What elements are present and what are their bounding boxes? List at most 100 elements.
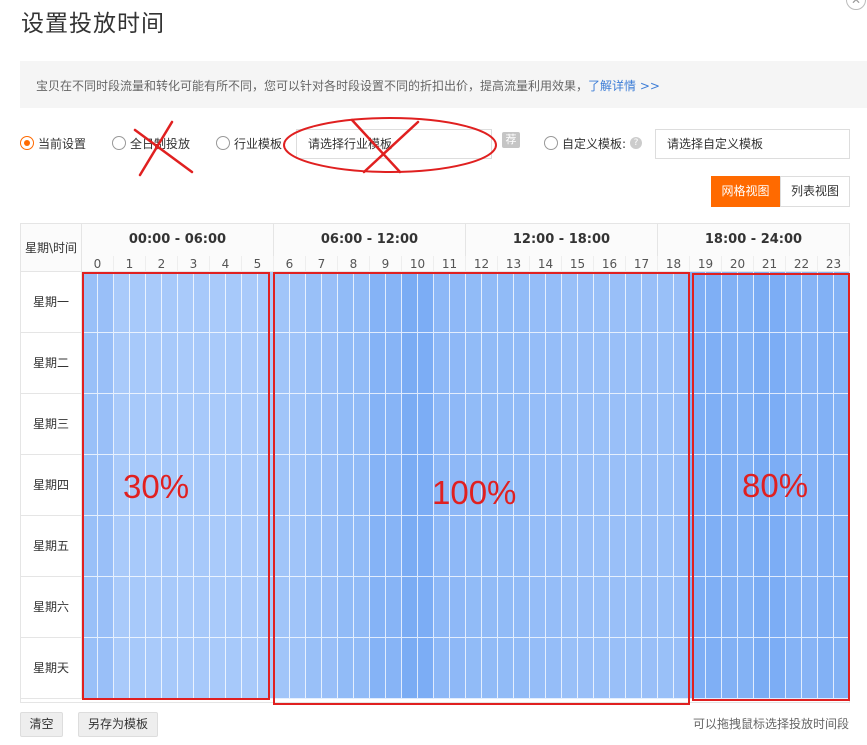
time-slot-cell[interactable] xyxy=(450,272,466,333)
time-slot-cell[interactable] xyxy=(386,516,402,577)
time-slot-cell[interactable] xyxy=(146,333,162,394)
time-slot-cell[interactable] xyxy=(130,333,146,394)
time-slot-cell[interactable] xyxy=(146,394,162,455)
time-slot-cell[interactable] xyxy=(546,272,562,333)
time-slot-cell[interactable] xyxy=(834,516,850,577)
time-slot-cell[interactable] xyxy=(226,455,242,516)
time-slot-cell[interactable] xyxy=(82,577,98,638)
time-slot-cell[interactable] xyxy=(562,577,578,638)
time-slot-cell[interactable] xyxy=(530,455,546,516)
save-as-template-button[interactable]: 另存为模板 xyxy=(78,712,158,737)
time-slot-cell[interactable] xyxy=(82,333,98,394)
time-slot-cell[interactable] xyxy=(738,272,754,333)
time-slot-cell[interactable] xyxy=(706,394,722,455)
time-slot-cell[interactable] xyxy=(514,577,530,638)
time-slot-cell[interactable] xyxy=(546,455,562,516)
time-slot-cell[interactable] xyxy=(162,516,178,577)
time-slot-cell[interactable] xyxy=(530,577,546,638)
time-slot-cell[interactable] xyxy=(258,394,274,455)
time-slot-cell[interactable] xyxy=(82,394,98,455)
time-slot-cell[interactable] xyxy=(338,638,354,699)
time-slot-cell[interactable] xyxy=(402,577,418,638)
time-slot-cell[interactable] xyxy=(98,516,114,577)
time-slot-cell[interactable] xyxy=(114,272,130,333)
clear-button[interactable]: 清空 xyxy=(20,712,63,737)
time-slot-cell[interactable] xyxy=(146,455,162,516)
time-slot-cell[interactable] xyxy=(722,394,738,455)
time-slot-cell[interactable] xyxy=(722,455,738,516)
time-slot-cell[interactable] xyxy=(658,516,674,577)
time-slot-cell[interactable] xyxy=(530,516,546,577)
time-slot-cell[interactable] xyxy=(418,638,434,699)
time-slot-cell[interactable] xyxy=(466,577,482,638)
time-slot-cell[interactable] xyxy=(450,577,466,638)
time-slot-cell[interactable] xyxy=(690,394,706,455)
time-slot-cell[interactable] xyxy=(674,272,690,333)
hour-header[interactable]: 11 xyxy=(434,256,466,272)
time-slot-cell[interactable] xyxy=(114,516,130,577)
time-slot-cell[interactable] xyxy=(706,516,722,577)
time-slot-cell[interactable] xyxy=(418,455,434,516)
industry-template-select[interactable]: 请选择行业模板 xyxy=(296,129,492,159)
time-slot-cell[interactable] xyxy=(194,638,210,699)
time-slot-cell[interactable] xyxy=(578,638,594,699)
time-slot-cell[interactable] xyxy=(130,638,146,699)
time-slot-cell[interactable] xyxy=(674,577,690,638)
time-slot-cell[interactable] xyxy=(242,272,258,333)
time-slot-cell[interactable] xyxy=(258,516,274,577)
close-icon[interactable]: ✕ xyxy=(846,0,866,10)
time-slot-cell[interactable] xyxy=(226,333,242,394)
time-slot-cell[interactable] xyxy=(674,333,690,394)
time-slot-cell[interactable] xyxy=(610,272,626,333)
time-slot-cell[interactable] xyxy=(178,272,194,333)
time-slot-cell[interactable] xyxy=(498,272,514,333)
time-slot-cell[interactable] xyxy=(818,272,834,333)
time-slot-cell[interactable] xyxy=(786,272,802,333)
time-slot-cell[interactable] xyxy=(210,577,226,638)
time-slot-cell[interactable] xyxy=(210,516,226,577)
time-slot-cell[interactable] xyxy=(386,638,402,699)
day-row-label[interactable]: 星期四 xyxy=(21,455,82,516)
time-slot-cell[interactable] xyxy=(610,516,626,577)
hour-header[interactable]: 3 xyxy=(178,256,210,272)
time-slot-cell[interactable] xyxy=(642,516,658,577)
time-slot-cell[interactable] xyxy=(722,516,738,577)
time-slot-cell[interactable] xyxy=(738,333,754,394)
time-slot-cell[interactable] xyxy=(338,272,354,333)
time-slot-cell[interactable] xyxy=(354,516,370,577)
time-slot-cell[interactable] xyxy=(290,333,306,394)
time-slot-cell[interactable] xyxy=(658,272,674,333)
time-slot-cell[interactable] xyxy=(322,638,338,699)
time-slot-cell[interactable] xyxy=(178,455,194,516)
time-slot-cell[interactable] xyxy=(562,394,578,455)
time-slot-cell[interactable] xyxy=(578,333,594,394)
time-slot-cell[interactable] xyxy=(466,455,482,516)
time-slot-cell[interactable] xyxy=(162,638,178,699)
hour-header[interactable]: 0 xyxy=(82,256,114,272)
time-slot-cell[interactable] xyxy=(738,455,754,516)
time-slot-cell[interactable] xyxy=(434,333,450,394)
hour-header[interactable]: 5 xyxy=(242,256,274,272)
time-slot-cell[interactable] xyxy=(610,638,626,699)
time-slot-cell[interactable] xyxy=(674,638,690,699)
time-slot-cell[interactable] xyxy=(482,638,498,699)
time-slot-cell[interactable] xyxy=(274,455,290,516)
time-slot-cell[interactable] xyxy=(450,333,466,394)
time-slot-cell[interactable] xyxy=(290,638,306,699)
time-slot-cell[interactable] xyxy=(706,577,722,638)
time-slot-cell[interactable] xyxy=(258,333,274,394)
time-slot-cell[interactable] xyxy=(114,638,130,699)
hour-header[interactable]: 21 xyxy=(754,256,786,272)
time-slot-cell[interactable] xyxy=(338,577,354,638)
time-slot-cell[interactable] xyxy=(162,455,178,516)
time-slot-cell[interactable] xyxy=(98,455,114,516)
time-slot-cell[interactable] xyxy=(818,394,834,455)
time-slot-cell[interactable] xyxy=(258,577,274,638)
time-slot-cell[interactable] xyxy=(178,577,194,638)
time-slot-cell[interactable] xyxy=(194,455,210,516)
time-slot-cell[interactable] xyxy=(290,577,306,638)
time-slot-cell[interactable] xyxy=(642,455,658,516)
time-slot-cell[interactable] xyxy=(354,394,370,455)
time-slot-cell[interactable] xyxy=(626,577,642,638)
radio-all-day[interactable]: 全日制投放 xyxy=(112,133,190,153)
